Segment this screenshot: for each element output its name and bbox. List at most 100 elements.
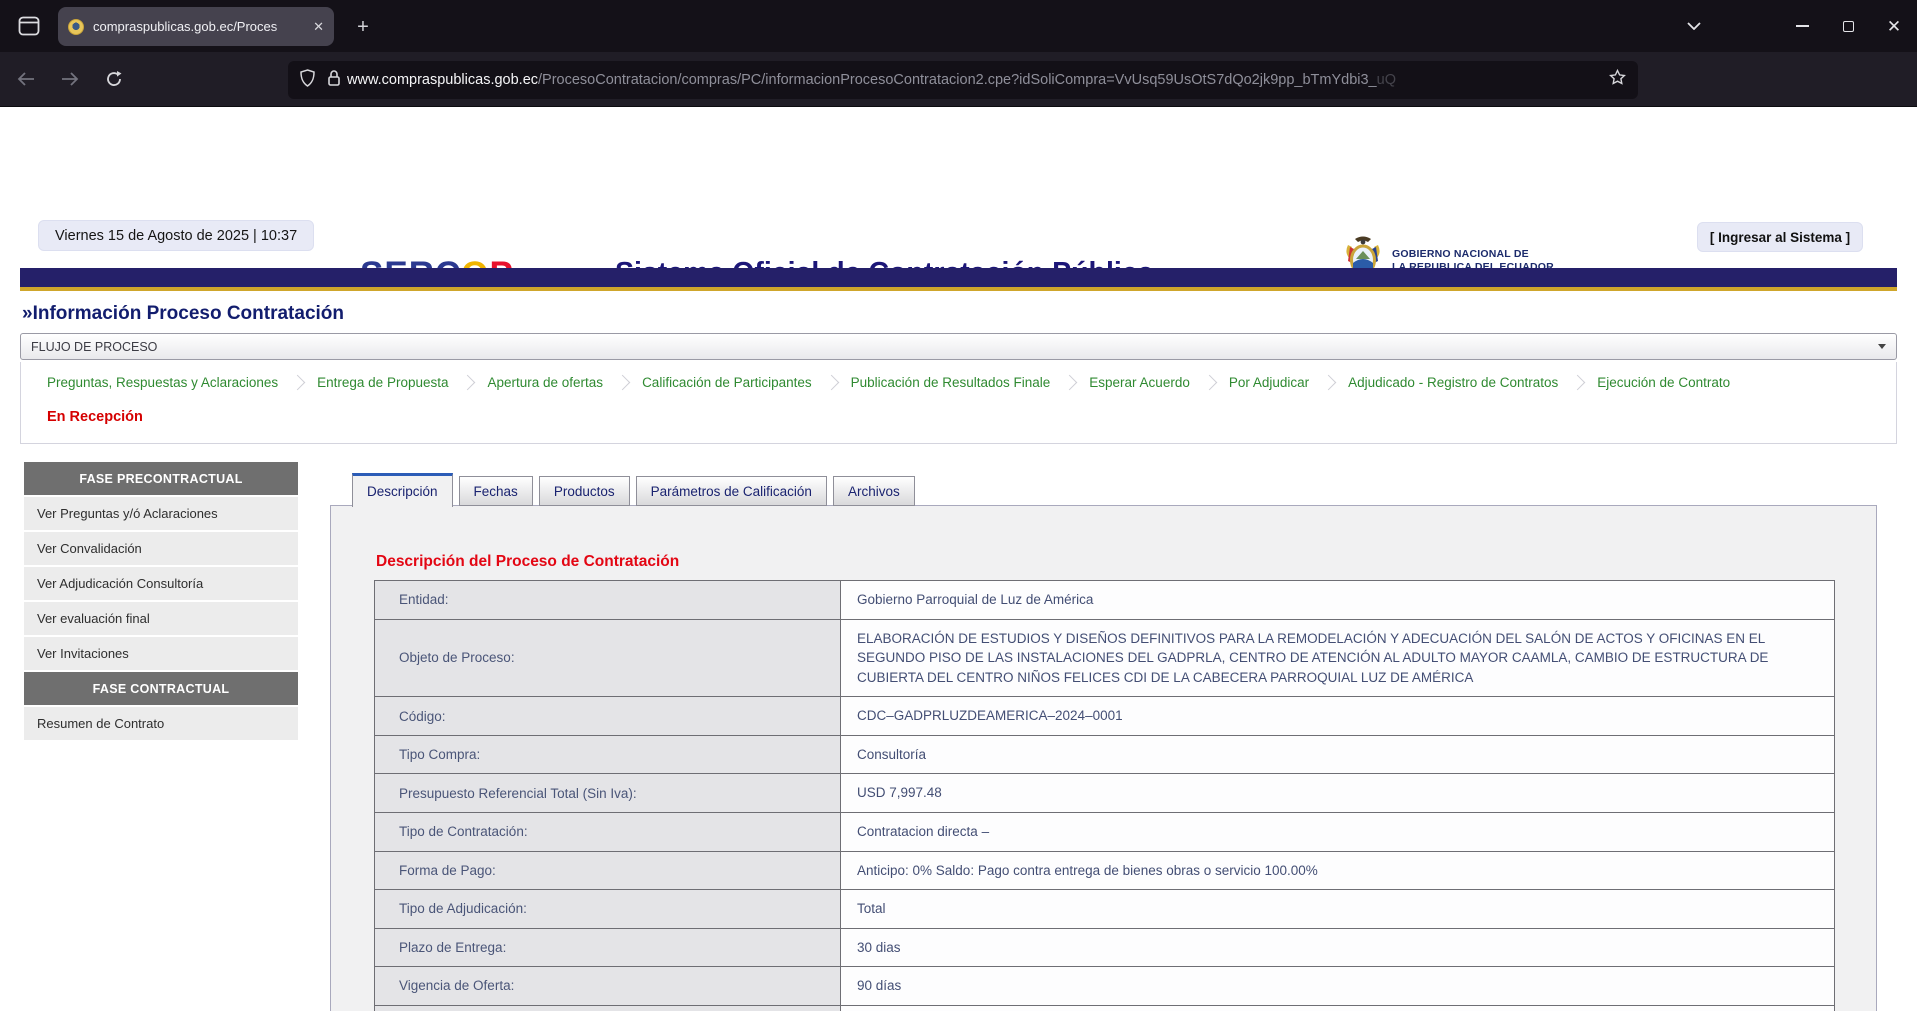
process-flow-select[interactable]: FLUJO DE PROCESO	[20, 333, 1897, 360]
back-icon[interactable]	[8, 61, 44, 97]
chevron-separator-icon	[615, 375, 631, 391]
row-label: Presupuesto Referencial Total (Sin Iva):	[375, 774, 841, 812]
reload-icon[interactable]	[96, 61, 132, 97]
row-value: Total	[841, 890, 1834, 928]
sidebar-header-precontractual: FASE PRECONTRACTUAL	[24, 462, 298, 495]
detail-table: Entidad: Gobierno Parroquial de Luz de A…	[374, 580, 1835, 1011]
chevron-separator-icon	[1321, 375, 1337, 391]
table-row: Tipo Compra: Consultoría	[375, 736, 1834, 775]
tab-descripcion[interactable]: Descripción	[352, 473, 453, 507]
tab-archivos[interactable]: Archivos	[833, 476, 915, 506]
browser-window: compraspublicas.gob.ec/Proces ✕ + ✕	[0, 0, 1917, 1011]
row-label: Entidad:	[375, 581, 841, 619]
breadcrumb-item[interactable]: Por Adjudicar	[1229, 375, 1309, 390]
chevron-separator-icon	[460, 375, 476, 391]
firefox-view-icon[interactable]	[14, 13, 44, 39]
process-flow-box: Preguntas, Respuestas y Aclaraciones Ent…	[20, 362, 1897, 444]
breadcrumb-item[interactable]: Calificación de Participantes	[642, 375, 812, 390]
table-row: Forma de Pago: Anticipo: 0% Saldo: Pago …	[375, 852, 1834, 891]
row-value[interactable]: lour_ferrin@hotmail.es	[841, 1006, 1834, 1011]
table-row: Vigencia de Oferta: 90 días	[375, 967, 1834, 1006]
chevron-separator-icon	[823, 375, 839, 391]
url-path: /ProcesoContratacion/compras/PC/informac…	[538, 72, 1601, 88]
row-label: Tipo de Adjudicación:	[375, 890, 841, 928]
table-row: Tipo de Contratación: Contratacion direc…	[375, 813, 1834, 852]
breadcrumb-item[interactable]: Publicación de Resultados Finale	[851, 375, 1051, 390]
minimize-button[interactable]	[1779, 0, 1825, 52]
sidebar: FASE PRECONTRACTUAL Ver Preguntas y/ó Ac…	[24, 462, 298, 742]
restore-button[interactable]	[1825, 0, 1871, 52]
close-button[interactable]: ✕	[1871, 0, 1917, 52]
chevron-down-icon	[1878, 344, 1886, 349]
row-label: Tipo de Contratación:	[375, 813, 841, 851]
sidebar-item-resumen[interactable]: Resumen de Contrato	[24, 707, 298, 740]
table-row: Presupuesto Referencial Total (Sin Iva):…	[375, 774, 1834, 813]
row-label: Tipo Compra:	[375, 736, 841, 774]
breadcrumb-item[interactable]: Adjudicado - Registro de Contratos	[1348, 375, 1558, 390]
sidebar-item-convalidacion[interactable]: Ver Convalidación	[24, 532, 298, 565]
section-heading: »Información Proceso Contratación	[22, 303, 344, 325]
row-value: Consultoría	[841, 736, 1834, 774]
tab-title: compraspublicas.gob.ec/Proces	[93, 19, 305, 34]
row-label: Forma de Pago:	[375, 852, 841, 890]
tab-productos[interactable]: Productos	[539, 476, 630, 506]
chevron-separator-icon	[1062, 375, 1078, 391]
url-bar[interactable]: www.compraspublicas.gob.ec/ProcesoContra…	[288, 61, 1638, 99]
row-value: CDC–GADPRLUZDEAMERICA–2024–0001	[841, 697, 1834, 735]
table-row: Código: CDC–GADPRLUZDEAMERICA–2024–0001	[375, 697, 1834, 736]
tab-close-icon[interactable]: ✕	[313, 19, 324, 35]
sidebar-item-adjudicacion[interactable]: Ver Adjudicación Consultoría	[24, 567, 298, 600]
row-value: Anticipo: 0% Saldo: Pago contra entrega …	[841, 852, 1834, 890]
url-host: www.compraspublicas.gob.ec	[347, 72, 538, 88]
login-button[interactable]: [ Ingresar al Sistema ]	[1697, 222, 1863, 252]
row-label: Plazo de Entrega:	[375, 929, 841, 967]
row-label: Código:	[375, 697, 841, 735]
table-row: Objeto de Proceso: ELABORACIÓN DE ESTUDI…	[375, 620, 1834, 698]
chevron-separator-icon	[1570, 375, 1586, 391]
table-row: Tipo de Adjudicación: Total	[375, 890, 1834, 929]
breadcrumb-item[interactable]: Ejecución de Contrato	[1597, 375, 1730, 390]
sidebar-item-evaluacion[interactable]: Ver evaluación final	[24, 602, 298, 635]
status-badge: En Recepción	[47, 409, 143, 425]
new-tab-button[interactable]: +	[350, 14, 376, 40]
row-value: 90 días	[841, 967, 1834, 1005]
process-flow-value: FLUJO DE PROCESO	[31, 340, 157, 354]
chevron-separator-icon	[290, 375, 306, 391]
sidebar-header-contractual: FASE CONTRACTUAL	[24, 672, 298, 705]
tab-parametros[interactable]: Parámetros de Calificación	[636, 476, 827, 506]
tab-fechas[interactable]: Fechas	[459, 476, 533, 506]
breadcrumb-item[interactable]: Esperar Acuerdo	[1089, 375, 1190, 390]
sidebar-item-preguntas[interactable]: Ver Preguntas y/ó Aclaraciones	[24, 497, 298, 530]
forward-icon[interactable]	[52, 61, 88, 97]
browser-tab[interactable]: compraspublicas.gob.ec/Proces ✕	[58, 7, 334, 46]
row-value: USD 7,997.48	[841, 774, 1834, 812]
chevron-separator-icon	[1202, 375, 1218, 391]
row-value: Contratacion directa –	[841, 813, 1834, 851]
sidebar-item-invitaciones[interactable]: Ver Invitaciones	[24, 637, 298, 670]
detail-tabs: Descripción Fechas Productos Parámetros …	[352, 472, 915, 506]
breadcrumb: Preguntas, Respuestas y Aclaraciones Ent…	[21, 362, 1896, 390]
breadcrumb-item[interactable]: Preguntas, Respuestas y Aclaraciones	[47, 375, 278, 390]
datetime-display: Viernes 15 de Agosto de 2025 | 10:37	[38, 220, 314, 251]
breadcrumb-item[interactable]: Apertura de ofertas	[487, 375, 603, 390]
row-label: Objeto de Proceso:	[375, 620, 841, 697]
detail-title: Descripción del Proceso de Contratación	[376, 553, 679, 571]
table-row: Plazo de Entrega: 30 dias	[375, 929, 1834, 968]
table-row: Entidad: Gobierno Parroquial de Luz de A…	[375, 581, 1834, 620]
navy-divider-band	[20, 268, 1897, 291]
shield-icon[interactable]	[300, 69, 315, 92]
browser-nav-bar: www.compraspublicas.gob.ec/ProcesoContra…	[0, 52, 1917, 107]
tab-favicon-icon	[68, 19, 84, 35]
row-value: 30 dias	[841, 929, 1834, 967]
bookmark-star-icon[interactable]	[1609, 69, 1626, 91]
row-value: Gobierno Parroquial de Luz de América	[841, 581, 1834, 619]
table-row: Funcionario encargado del proceso: lour_…	[375, 1006, 1834, 1011]
page-content: SERCOP Sistema Oficial de Contratación P…	[0, 107, 1917, 1011]
row-label: Vigencia de Oferta:	[375, 967, 841, 1005]
breadcrumb-item[interactable]: Entrega de Propuesta	[317, 375, 448, 390]
browser-tab-bar: compraspublicas.gob.ec/Proces ✕ + ✕	[0, 0, 1917, 52]
row-value: ELABORACIÓN DE ESTUDIOS Y DISEÑOS DEFINI…	[841, 620, 1834, 697]
lock-icon[interactable]	[327, 69, 341, 92]
row-label: Funcionario encargado del proceso:	[375, 1006, 841, 1011]
tab-list-chevron-icon[interactable]	[1671, 0, 1717, 52]
